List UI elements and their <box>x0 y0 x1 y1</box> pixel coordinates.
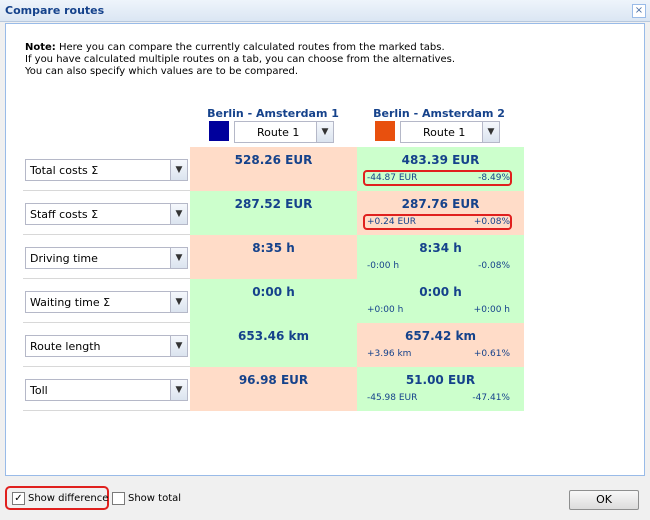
difference-absolute: +3.96 km <box>367 349 412 359</box>
route-1-select[interactable]: Route 1 ▼ <box>234 121 334 143</box>
metric-select-value: Route length <box>30 340 101 353</box>
chevron-down-icon[interactable]: ▼ <box>170 292 187 312</box>
route-1-value: 287.52 EUR <box>234 197 313 211</box>
route-1-value-cell: 653.46 km <box>190 323 357 367</box>
route-2-select-value: Route 1 <box>423 126 466 139</box>
route-2-value: 483.39 EUR <box>401 153 480 167</box>
route-2-value: 287.76 EUR <box>401 197 480 211</box>
show-total-checkbox[interactable] <box>112 492 125 505</box>
route-1-value: 0:00 h <box>252 285 295 299</box>
show-total-label[interactable]: Show total <box>128 493 181 504</box>
note-line-2: If you have calculated multiple routes o… <box>25 54 456 65</box>
metric-select-value: Toll <box>30 384 48 397</box>
chevron-down-icon[interactable]: ▼ <box>170 160 187 180</box>
table-row: Route length ▼ 653.46 km 657.42 km +3.96… <box>23 323 524 367</box>
difference-absolute: -0:00 h <box>367 261 400 271</box>
difference-highlight <box>363 214 512 230</box>
route-1-value-cell: 96.98 EUR <box>190 367 357 411</box>
metric-select-value: Staff costs Σ <box>30 208 99 221</box>
route-2-value-cell: 657.42 km +3.96 km +0.61% <box>357 323 524 367</box>
route-2-value-cell: 51.00 EUR -45.98 EUR -47.41% <box>357 367 524 411</box>
route-1-name: Berlin - Amsterdam 1 <box>207 107 339 120</box>
difference-absolute: +0:00 h <box>367 305 404 315</box>
metric-select[interactable]: Toll ▼ <box>25 379 188 401</box>
route-2-value-cell: 287.76 EUR +0.24 EUR +0.08% <box>357 191 524 235</box>
route-1-value: 528.26 EUR <box>234 153 313 167</box>
chevron-down-icon[interactable]: ▼ <box>170 336 187 356</box>
route-1-value: 8:35 h <box>252 241 295 255</box>
note-line-1: Here you can compare the currently calcu… <box>55 42 445 53</box>
difference-absolute: -45.98 EUR <box>367 393 418 403</box>
route-1-value-cell: 528.26 EUR <box>190 147 357 191</box>
window-title: Compare routes <box>5 4 105 17</box>
note-label: Note: <box>25 42 56 53</box>
compare-panel: Note: Here you can compare the currently… <box>5 23 645 476</box>
title-bar: Compare routes × <box>0 0 650 22</box>
chevron-down-icon[interactable]: ▼ <box>170 248 187 268</box>
difference-percent: -47.41% <box>472 393 510 403</box>
metric-select[interactable]: Staff costs Σ ▼ <box>25 203 188 225</box>
show-difference-checkbox[interactable]: ✓ <box>12 492 25 505</box>
table-row: Total costs Σ ▼ 528.26 EUR 483.39 EUR -4… <box>23 147 524 191</box>
route-1-value-cell: 0:00 h <box>190 279 357 323</box>
chevron-down-icon[interactable]: ▼ <box>316 122 333 142</box>
table-row: Staff costs Σ ▼ 287.52 EUR 287.76 EUR +0… <box>23 191 524 235</box>
route-2-value: 8:34 h <box>419 241 462 255</box>
close-icon[interactable]: × <box>632 4 646 18</box>
table-row: Driving time ▼ 8:35 h 8:34 h -0:00 h -0.… <box>23 235 524 279</box>
ok-button[interactable]: OK <box>569 490 639 510</box>
route-2-name: Berlin - Amsterdam 2 <box>373 107 505 120</box>
route-1-value-cell: 8:35 h <box>190 235 357 279</box>
table-row: Toll ▼ 96.98 EUR 51.00 EUR -45.98 EUR -4… <box>23 367 524 411</box>
note-line-3: You can also specify which values are to… <box>25 66 299 77</box>
route-2-value-cell: 0:00 h +0:00 h +0:00 h <box>357 279 524 323</box>
table-row: Waiting time Σ ▼ 0:00 h 0:00 h +0:00 h +… <box>23 279 524 323</box>
check-icon: ✓ <box>14 493 23 504</box>
route-2-value-cell: 8:34 h -0:00 h -0.08% <box>357 235 524 279</box>
metric-select[interactable]: Total costs Σ ▼ <box>25 159 188 181</box>
route-1-select-value: Route 1 <box>257 126 300 139</box>
metric-select-value: Driving time <box>30 252 98 265</box>
route-1-value: 96.98 EUR <box>238 373 309 387</box>
metric-select[interactable]: Waiting time Σ ▼ <box>25 291 188 313</box>
route-1-value: 653.46 km <box>238 329 309 343</box>
metric-select-value: Waiting time Σ <box>30 296 111 309</box>
show-difference-label[interactable]: Show difference <box>28 493 108 504</box>
metric-select[interactable]: Driving time ▼ <box>25 247 188 269</box>
chevron-down-icon[interactable]: ▼ <box>482 122 499 142</box>
chevron-down-icon[interactable]: ▼ <box>170 204 187 224</box>
route-2-color-swatch <box>375 121 395 141</box>
route-1-color-swatch <box>209 121 229 141</box>
chevron-down-icon[interactable]: ▼ <box>170 380 187 400</box>
difference-percent: -0.08% <box>478 261 510 271</box>
note-text: Note: Here you can compare the currently… <box>25 42 625 78</box>
route-2-value: 0:00 h <box>419 285 462 299</box>
route-1-value-cell: 287.52 EUR <box>190 191 357 235</box>
metric-select[interactable]: Route length ▼ <box>25 335 188 357</box>
route-2-value: 51.00 EUR <box>405 373 476 387</box>
metric-select-value: Total costs Σ <box>30 164 99 177</box>
difference-highlight <box>363 170 512 186</box>
route-2-value: 657.42 km <box>405 329 476 343</box>
difference-percent: +0:00 h <box>473 305 510 315</box>
route-2-select[interactable]: Route 1 ▼ <box>400 121 500 143</box>
difference-percent: +0.61% <box>473 349 510 359</box>
route-2-value-cell: 483.39 EUR -44.87 EUR -8.49% <box>357 147 524 191</box>
